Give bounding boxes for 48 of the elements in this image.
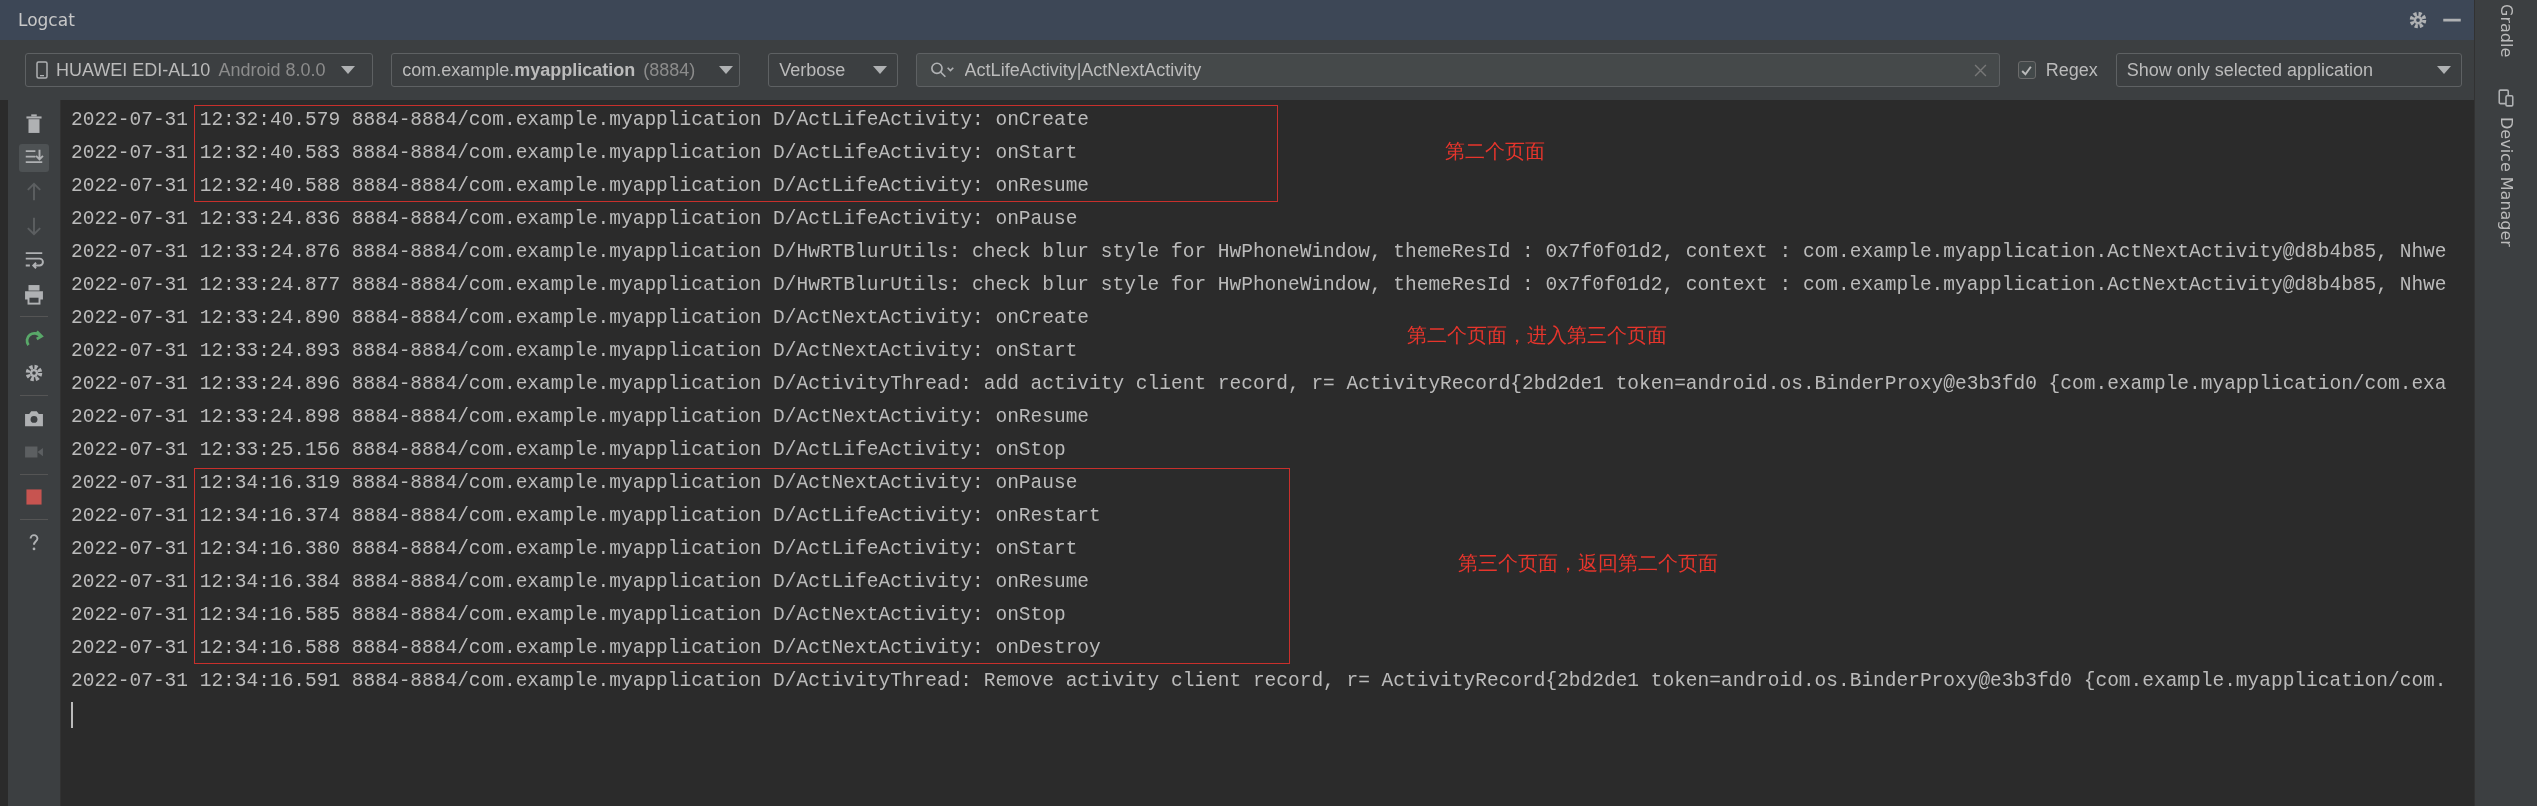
search-input[interactable]: ActLifeActivity|ActNextActivity xyxy=(964,59,1964,81)
printer-icon xyxy=(23,283,45,305)
log-line: 2022-07-31 12:34:16.588 8884-8884/com.example.myapplication D/ActNextActivity: onDestroy xyxy=(71,636,1101,661)
log-line: 2022-07-31 12:33:24.877 8884-8884/com.example.myapplication D/HwRTBlurUtils: check blur style for HwPhoneWindow, themeResId : 0x7f0f01d2, context : com.example.myapplication.ActNextActivity@d8b4b85, Nhwe xyxy=(71,273,2447,298)
log-line: 2022-07-31 12:32:40.583 8884-8884/com.example.myapplication D/ActLifeActivity: onStart xyxy=(71,141,1078,166)
caret-icon xyxy=(872,66,887,74)
log-line: 2022-07-31 12:33:24.876 8884-8884/com.example.myapplication D/HwRTBlurUtils: check blur style for HwPhoneWindow, themeResId : 0x7f0f01d2, context : com.example.myapplication.ActNextActivity@d8b4b85, Nhwe xyxy=(71,240,2447,265)
text-cursor xyxy=(71,702,73,728)
log-line: 2022-07-31 12:32:40.579 8884-8884/com.example.myapplication D/ActLifeActivity: onCreate xyxy=(71,108,1090,133)
log-line: 2022-07-31 12:34:16.380 8884-8884/com.example.myapplication D/ActLifeActivity: onStart xyxy=(71,537,1078,562)
process-dropdown[interactable]: com.example.myapplication (8884) xyxy=(391,53,741,87)
log-line: 2022-07-31 12:33:24.890 8884-8884/com.example.myapplication D/ActNextActivity: onCreate xyxy=(71,306,1090,331)
regex-checkbox[interactable] xyxy=(2017,61,2036,79)
settings-icon xyxy=(23,362,45,384)
log-line: 2022-07-31 12:34:16.374 8884-8884/com.example.myapplication D/ActLifeActivity: onRestart xyxy=(71,504,1101,529)
regex-label: Regex xyxy=(2045,59,2098,81)
side-tab[interactable]: Gradle xyxy=(2496,4,2516,58)
log-level-dropdown[interactable]: Verbose xyxy=(768,53,898,87)
log-line: 2022-07-31 12:34:16.384 8884-8884/com.example.myapplication D/ActLifeActivity: onResume xyxy=(71,570,1090,595)
trash-icon xyxy=(23,113,45,135)
search-icon xyxy=(928,61,955,79)
side-tab[interactable]: Device Manager xyxy=(2496,117,2516,248)
log-line: 2022-07-31 12:33:25.156 8884-8884/com.example.myapplication D/ActLifeActivity: onStop xyxy=(71,438,1066,463)
caret-icon xyxy=(2437,66,2451,74)
log-line: 2022-07-31 12:33:24.836 8884-8884/com.example.myapplication D/ActLifeActivity: onPause xyxy=(71,207,1078,232)
panel-title: Logcat xyxy=(18,10,76,30)
log-line: 2022-07-31 12:34:16.585 8884-8884/com.example.myapplication D/ActNextActivity: onStop xyxy=(71,603,1066,628)
log-line: 2022-07-31 12:33:24.898 8884-8884/com.example.myapplication D/ActNextActivity: onResume xyxy=(71,405,1090,430)
log-line: 2022-07-31 12:33:24.893 8884-8884/com.example.myapplication D/ActNextActivity: onStart xyxy=(71,339,1078,364)
soft-wrap-icon xyxy=(23,249,45,271)
log-line: 2022-07-31 12:32:40.588 8884-8884/com.example.myapplication D/ActLifeActivity: onResume xyxy=(71,174,1090,199)
device-icon xyxy=(2497,89,2515,108)
log-line: 2022-07-31 12:34:16.591 8884-8884/com.example.myapplication D/ActivityThread: Remove activity client record, r= ActivityRecord{2bd2de1 token=android.os.BinderProxy@e3b3fd0 {com.example.myapplication/com. xyxy=(71,669,2447,694)
checkmark-icon xyxy=(2020,63,2034,77)
toolbar-button[interactable] xyxy=(19,144,49,172)
caret-icon xyxy=(341,66,356,74)
filter-dropdown[interactable]: Show only selected application xyxy=(2115,53,2462,87)
annotation: 第二个页面，进入第三个页面 xyxy=(1407,321,1668,349)
annotation: 第三个页面，返回第二个页面 xyxy=(1457,549,1718,577)
device-dropdown[interactable]: HUAWEI EDI-AL10 Android 8.0.0 xyxy=(25,53,374,87)
settings-icon[interactable] xyxy=(2408,10,2428,30)
caret-icon xyxy=(719,66,734,74)
stop-icon xyxy=(23,486,45,508)
log-line: 2022-07-31 12:34:16.319 8884-8884/com.example.myapplication D/ActNextActivity: onPause xyxy=(71,471,1078,496)
log-line: 2022-07-31 12:33:24.896 8884-8884/com.example.myapplication D/ActivityThread: add activity client record, r= ActivityRecord{2bd2de1 token=android.os.BinderProxy@e3b3fd0 {com.example.myapplication/com.exa xyxy=(71,372,2447,397)
phone-icon xyxy=(36,61,48,79)
search-field[interactable]: ActLifeActivity|ActNextActivity xyxy=(915,53,2000,87)
annotation: 第二个页面 xyxy=(1445,137,1546,165)
